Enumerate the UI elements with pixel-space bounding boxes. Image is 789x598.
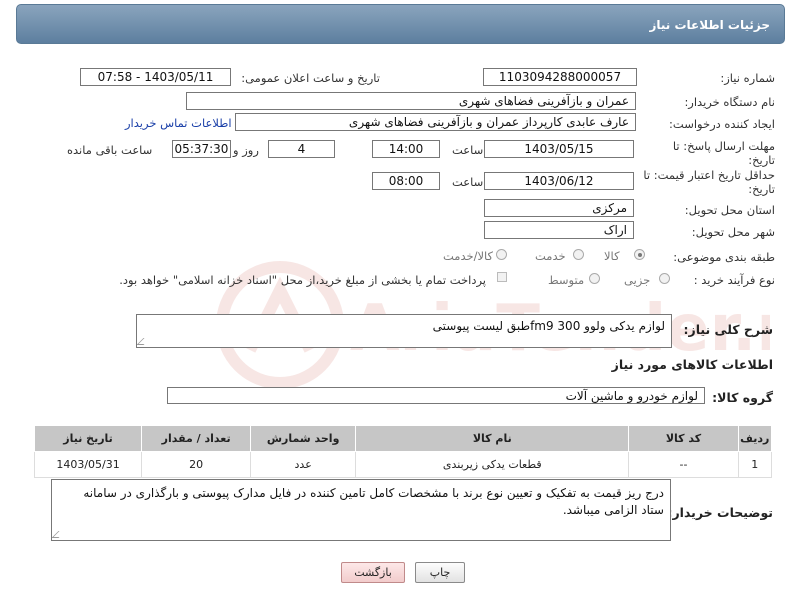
treasury-bond-note: پرداخت تمام یا بخشی از مبلغ خرید،از محل … bbox=[119, 273, 486, 287]
deadline-time-label: ساعت bbox=[452, 143, 484, 157]
cell-date: 1403/05/31 bbox=[33, 451, 143, 478]
validity-time-field: 08:00 bbox=[372, 172, 440, 190]
validity-time-label: ساعت bbox=[452, 175, 484, 189]
purchase-option-medium: متوسط bbox=[548, 273, 585, 287]
creator-field: عارف عابدی کارپرداز عمران و بازآفرینی فض… bbox=[235, 113, 636, 131]
goods-section-title: اطلاعات کالاهای مورد نیاز bbox=[611, 357, 773, 372]
cell-row: 1 bbox=[737, 451, 773, 478]
need-number-label: شماره نیاز: bbox=[720, 71, 775, 85]
cell-name: قطعات یدکی زیربندی bbox=[355, 451, 630, 478]
creator-label: ایجاد کننده درخواست: bbox=[669, 117, 775, 131]
print-button[interactable]: چاپ bbox=[415, 562, 465, 583]
buyer-notes-field: درج ریز قیمت به تفکیک و تعیین نوع برند ب… bbox=[51, 479, 671, 541]
cell-unit: عدد bbox=[250, 451, 357, 478]
category-option-both: کالا/خدمت bbox=[443, 249, 494, 263]
col-row-header: ردیف bbox=[737, 425, 773, 452]
goods-group-label: گروه کالا: bbox=[712, 390, 773, 405]
validity-date-field: 1403/06/12 bbox=[484, 172, 634, 190]
category-option-service: خدمت bbox=[535, 249, 566, 263]
page-title: جزئیات اطلاعات نیاز bbox=[649, 18, 770, 32]
category-option-goods: کالا bbox=[604, 249, 620, 263]
buyer-notes-text: درج ریز قیمت به تفکیک و تعیین نوع برند ب… bbox=[83, 486, 664, 517]
purchase-radio-minor[interactable] bbox=[659, 273, 670, 284]
need-number-field: 1103094288000057 bbox=[483, 68, 637, 86]
deadline-date-field: 1403/05/15 bbox=[484, 140, 634, 158]
col-unit-header: واحد شمارش bbox=[250, 425, 357, 452]
description-text: لوازم یدکی ولوو fm9 300طبق لیست پیوستی bbox=[432, 319, 665, 333]
days-label: روز و bbox=[233, 143, 259, 157]
back-button[interactable]: بازگشت bbox=[341, 562, 405, 583]
announce-label: تاریخ و ساعت اعلان عمومی: bbox=[241, 71, 380, 85]
deadline-label-date: تاریخ: bbox=[748, 153, 775, 167]
category-label: طبقه بندی موضوعی: bbox=[673, 250, 775, 264]
table-row: 1 -- قطعات یدکی زیربندی عدد 20 1403/05/3… bbox=[33, 451, 773, 478]
col-qty-header: تعداد / مقدار bbox=[141, 425, 252, 452]
goods-table: ردیف کد کالا نام کالا واحد شمارش تعداد /… bbox=[33, 425, 773, 478]
category-radio-service[interactable] bbox=[573, 249, 584, 260]
remaining-time-label: ساعت باقی مانده bbox=[67, 143, 153, 157]
cell-code: -- bbox=[628, 451, 739, 478]
province-field: مرکزی bbox=[484, 199, 634, 217]
buyer-org-label: نام دستگاه خریدار: bbox=[684, 95, 775, 109]
resize-handle[interactable] bbox=[52, 531, 66, 538]
deadline-label: مهلت ارسال پاسخ: تا bbox=[672, 139, 775, 153]
description-field: لوازم یدکی ولوو fm9 300طبق لیست پیوستی bbox=[136, 314, 672, 348]
buyer-notes-label: توضیحات خریدار: bbox=[667, 505, 773, 520]
remaining-time-field: 05:37:30 bbox=[172, 140, 231, 158]
description-label: شرح کلی نیاز: bbox=[683, 322, 773, 337]
col-code-header: کد کالا bbox=[628, 425, 739, 452]
cell-qty: 20 bbox=[141, 451, 252, 478]
purchase-radio-medium[interactable] bbox=[589, 273, 600, 284]
deadline-time-field: 14:00 bbox=[372, 140, 440, 158]
city-label: شهر محل تحویل: bbox=[691, 225, 775, 239]
purchase-option-minor: جزیی bbox=[624, 273, 651, 287]
city-field: اراک bbox=[484, 221, 634, 239]
col-date-header: تاریخ نیاز bbox=[33, 425, 143, 452]
table-header-row: ردیف کد کالا نام کالا واحد شمارش تعداد /… bbox=[33, 425, 773, 452]
goods-group-field: لوازم خودرو و ماشین آلات bbox=[167, 387, 705, 404]
category-radio-goods[interactable] bbox=[634, 249, 645, 260]
province-label: استان محل تحویل: bbox=[684, 203, 775, 217]
validity-label-date: تاریخ: bbox=[748, 182, 775, 196]
col-name-header: نام کالا bbox=[355, 425, 630, 452]
buyer-org-field: عمران و بازآفرینی فضاهای شهری bbox=[186, 92, 636, 110]
contact-buyer-link[interactable]: اطلاعات تماس خریدار bbox=[125, 116, 232, 130]
purchase-type-label: نوع فرآیند خرید : bbox=[693, 273, 775, 287]
treasury-bond-checkbox[interactable] bbox=[497, 272, 507, 282]
validity-label: حداقل تاریخ اعتبار قیمت: تا bbox=[643, 168, 775, 182]
category-radio-both[interactable] bbox=[496, 249, 507, 260]
resize-handle[interactable] bbox=[137, 338, 151, 345]
announce-field: 1403/05/11 - 07:58 bbox=[80, 68, 231, 86]
page-header: جزئیات اطلاعات نیاز bbox=[16, 4, 785, 44]
days-remaining-field: 4 bbox=[268, 140, 335, 158]
